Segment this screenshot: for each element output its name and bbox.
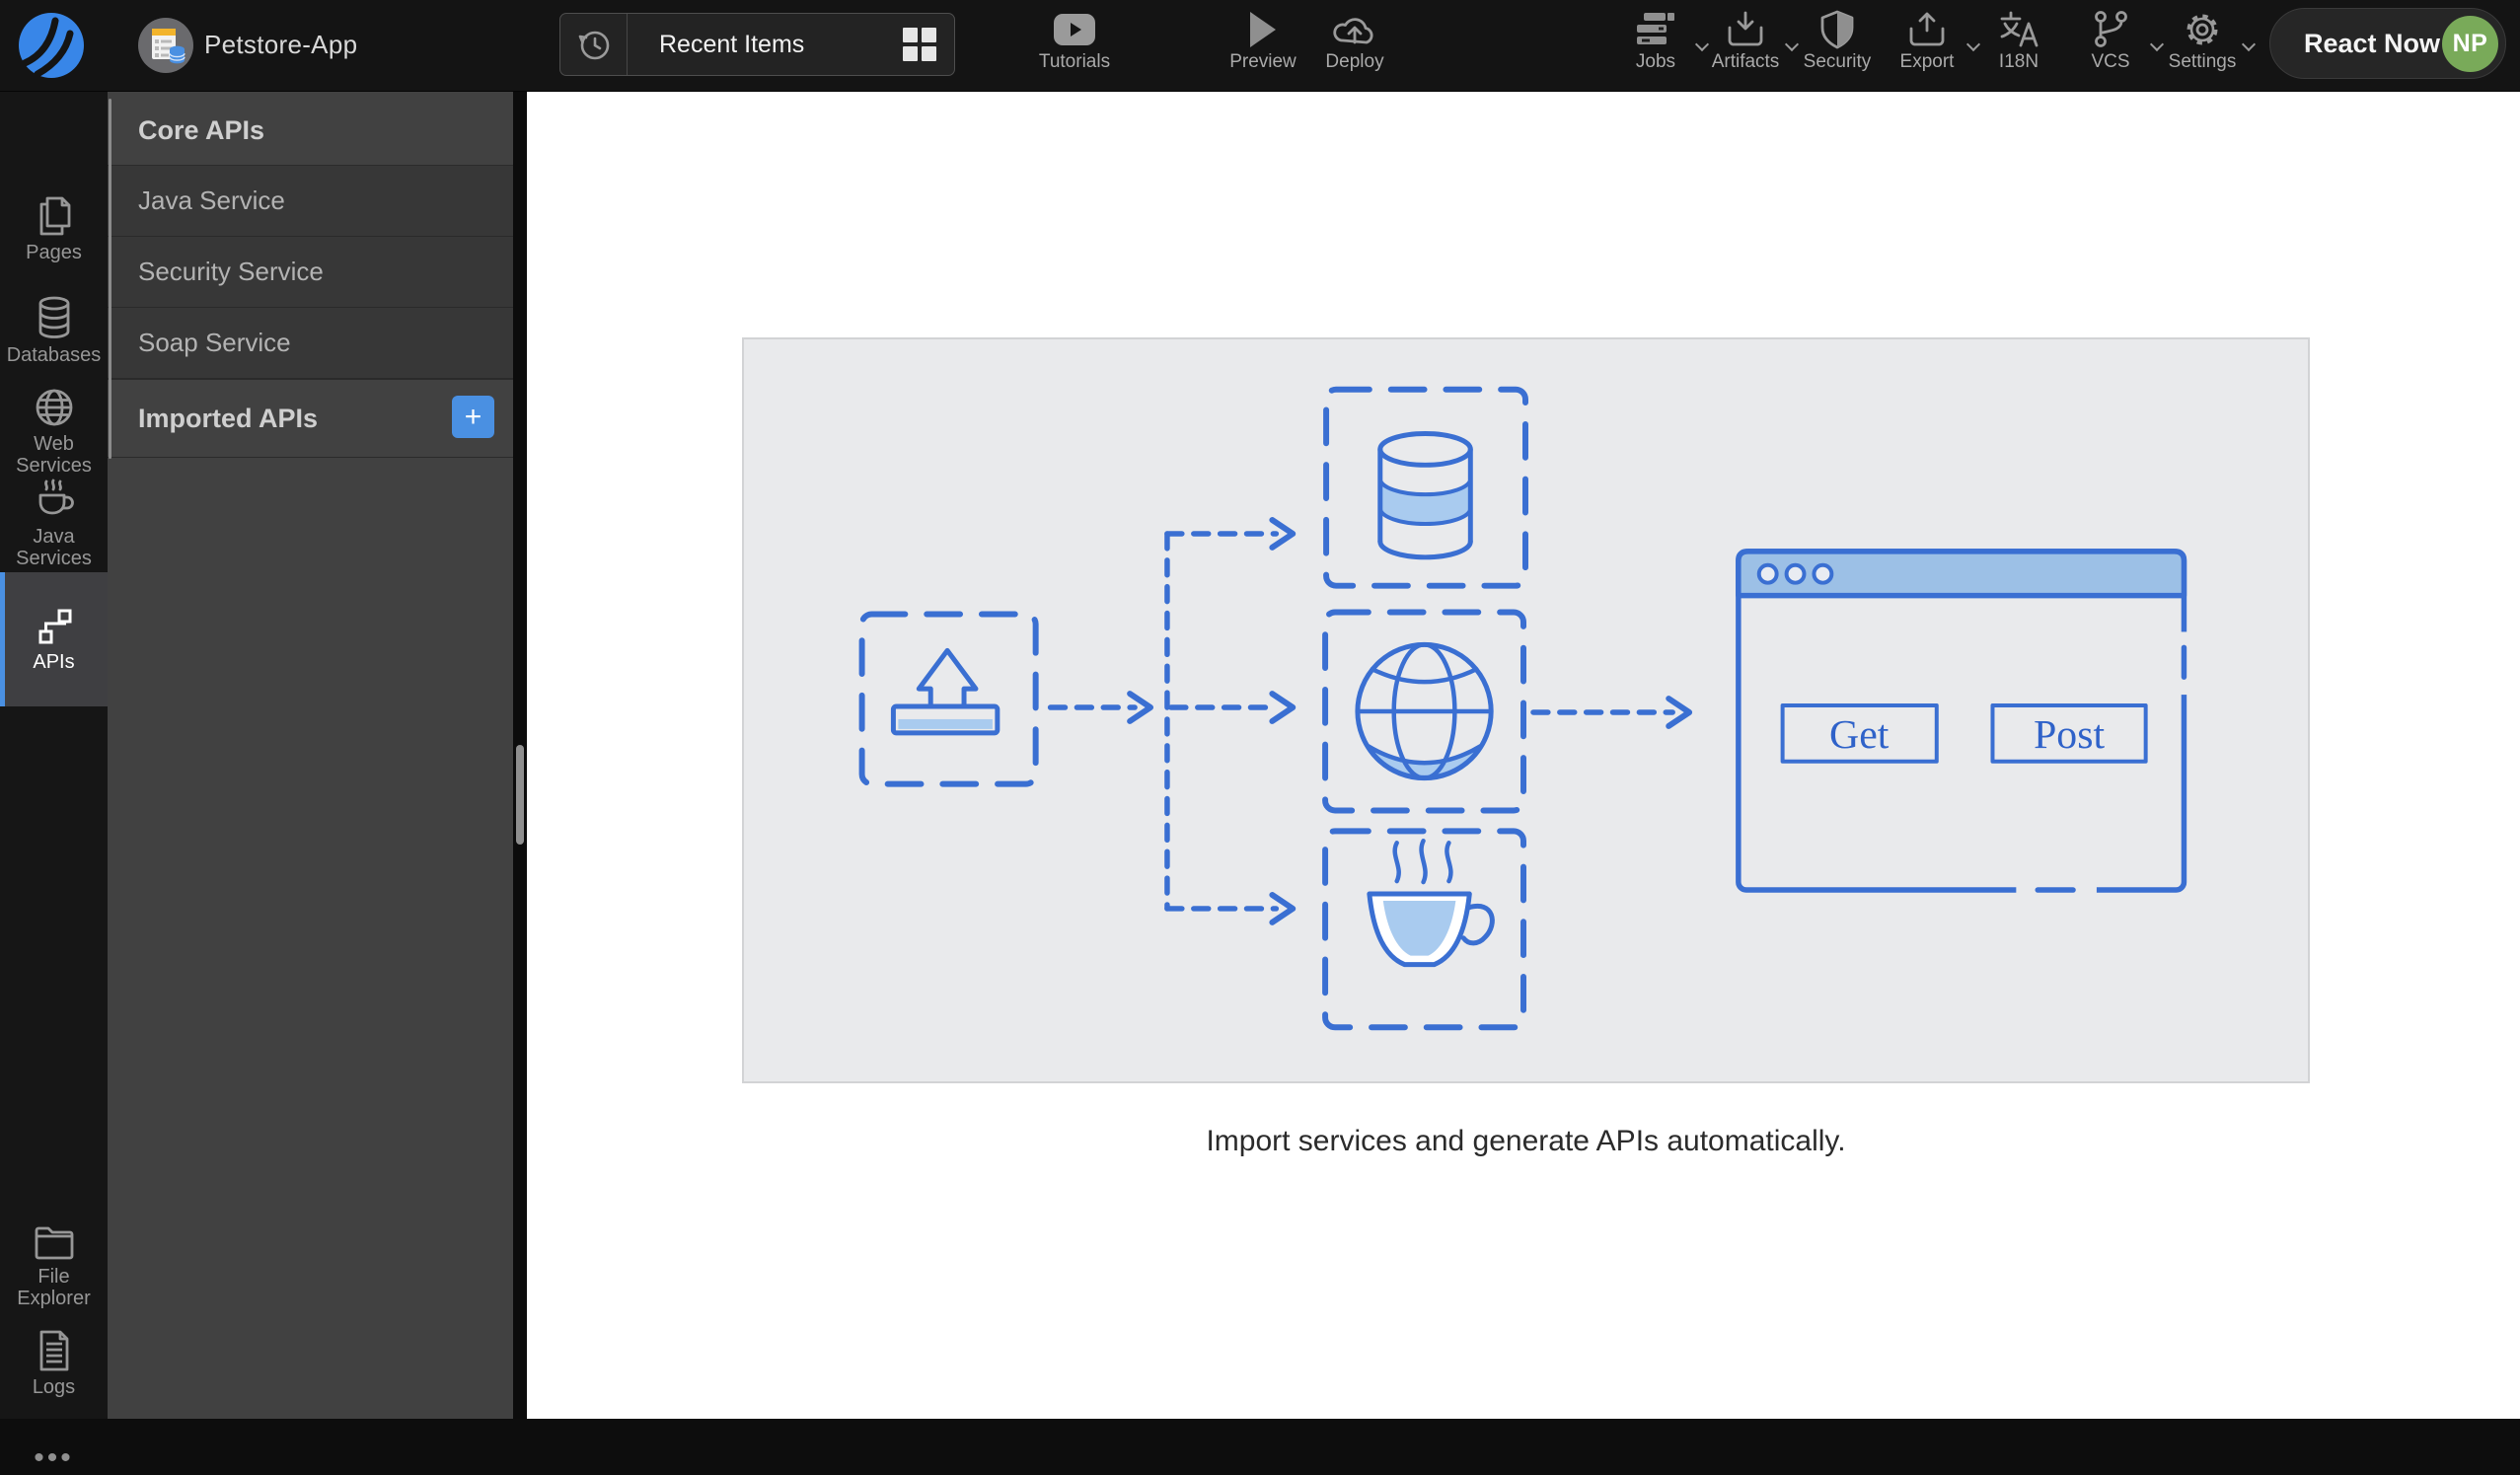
react-now-button[interactable]: React Now NP <box>2269 8 2506 79</box>
sidebar-item-label: File Explorer <box>17 1266 91 1310</box>
window-dot-icon <box>1784 562 1807 585</box>
service-item-security[interactable]: Security Service <box>108 237 513 308</box>
database-icon <box>1377 431 1473 560</box>
main-content: Get Post Import services and generate AP… <box>527 92 2520 1419</box>
pages-icon <box>39 196 70 236</box>
history-icon[interactable] <box>560 14 628 75</box>
app-title: Petstore-App <box>204 30 358 59</box>
chevron-down-icon <box>2241 37 2257 52</box>
sidebar-item-label: Pages <box>26 242 82 263</box>
dashboard-grid-icon[interactable] <box>903 28 936 61</box>
log-document-icon <box>39 1330 68 1371</box>
deploy-cloud-icon <box>1296 10 1414 49</box>
core-apis-header-label: Core APIs <box>138 115 265 145</box>
service-item-label: Soap Service <box>138 328 291 357</box>
service-item-label: Security Service <box>138 257 324 286</box>
sidebar-item-web-services[interactable]: Web Services <box>0 386 108 478</box>
apis-icon <box>38 609 71 644</box>
tutorials-button[interactable]: Tutorials <box>1015 10 1134 73</box>
settings-menu[interactable]: Settings <box>2143 10 2261 73</box>
imported-apis-header: Imported APIs + <box>108 379 513 458</box>
globe-icon <box>1355 641 1494 781</box>
active-indicator <box>0 572 5 706</box>
add-api-button[interactable]: + <box>452 396 494 438</box>
sidebar-item-apis[interactable]: APIs <box>0 572 108 706</box>
folder-icon <box>35 1226 73 1260</box>
deploy-button[interactable]: Deploy <box>1296 10 1414 73</box>
browser-window-graphic: Get Post <box>1736 549 2190 896</box>
sidebar-item-label: APIs <box>33 650 75 673</box>
window-dot-icon <box>1812 562 1834 585</box>
service-item-label: Java Service <box>138 185 285 215</box>
scrollbar-thumb[interactable] <box>516 745 524 845</box>
service-item-soap[interactable]: Soap Service <box>108 308 513 379</box>
left-icon-sidebar: Pages Databases Web Services Java Servic… <box>0 92 108 1474</box>
upload-icon <box>890 647 1001 736</box>
sidebar-more-button[interactable]: ••• <box>0 1441 108 1475</box>
tutorials-label: Tutorials <box>1038 51 1111 72</box>
database-icon <box>38 296 69 338</box>
imported-apis-header-label: Imported APIs <box>138 403 319 433</box>
post-button-label: Post <box>2034 712 2105 758</box>
recent-items-selector[interactable]: Recent Items <box>559 13 955 76</box>
sidebar-item-label: Databases <box>6 344 102 366</box>
services-flow-diagram: Get Post <box>858 386 2190 1031</box>
import-services-illustration: Get Post <box>742 337 2310 1083</box>
sidebar-item-label: Logs <box>32 1376 76 1398</box>
sidebar-item-pages[interactable]: Pages <box>0 194 108 263</box>
panel-scrollbar[interactable] <box>109 99 111 459</box>
apis-panel: Core APIs Java Service Security Service … <box>108 92 513 1419</box>
coffee-cup-icon <box>38 479 74 515</box>
sidebar-item-logs[interactable]: Logs <box>0 1329 108 1398</box>
ellipsis-icon: ••• <box>34 1441 74 1474</box>
wavemaker-logo-icon[interactable] <box>14 6 91 85</box>
sidebar-item-databases[interactable]: Databases <box>0 295 108 366</box>
settings-label: Settings <box>2168 51 2237 72</box>
coffee-cup-icon <box>1367 839 1495 968</box>
window-dot-icon <box>1756 562 1779 585</box>
sidebar-item-label: Java Services <box>16 526 92 570</box>
sidebar-item-label: Web Services <box>16 433 92 478</box>
avatar[interactable]: NP <box>2442 15 2498 72</box>
tutorials-play-icon <box>1015 10 1134 49</box>
service-item-java[interactable]: Java Service <box>108 166 513 237</box>
deploy-label: Deploy <box>1325 51 1384 72</box>
illustration-caption: Import services and generate APIs automa… <box>1206 1125 1846 1157</box>
flow-arrows <box>1047 531 1675 912</box>
recent-items-label: Recent Items <box>659 30 805 58</box>
react-now-label: React Now <box>2304 28 2441 58</box>
arrow-heads <box>1127 517 1693 925</box>
panel-gutter <box>513 92 527 1419</box>
core-apis-header: Core APIs <box>108 97 513 166</box>
globe-icon <box>36 389 72 426</box>
top-header: Petstore-App Recent Items Tutorials Prev… <box>0 0 2520 92</box>
get-button-label: Get <box>1829 712 1890 758</box>
sidebar-item-java-services[interactable]: Java Services <box>0 479 108 570</box>
settings-gear-icon <box>2143 10 2261 52</box>
sidebar-item-file-explorer[interactable]: File Explorer <box>0 1222 108 1310</box>
app-icon <box>138 18 193 73</box>
upload-box <box>858 611 1039 787</box>
